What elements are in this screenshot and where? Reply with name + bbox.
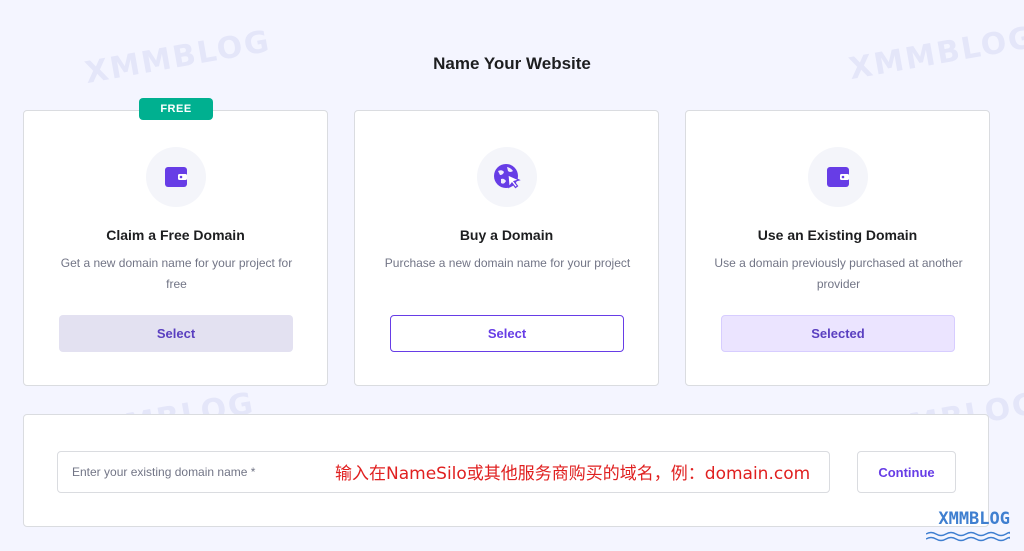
card-use-existing-domain: Use an Existing Domain Use a domain prev… bbox=[685, 110, 990, 386]
card-description: Use a domain previously purchased at ano… bbox=[714, 256, 963, 291]
card-title: Claim a Free Domain bbox=[106, 227, 245, 243]
logo-waves bbox=[926, 531, 1010, 542]
card-description: Purchase a new domain name for your proj… bbox=[384, 256, 631, 270]
card-title: Buy a Domain bbox=[459, 227, 554, 243]
wallet-icon bbox=[808, 147, 868, 207]
select-free-domain-button[interactable]: Select bbox=[59, 315, 293, 352]
card-claim-free-domain: FREE Claim a Free Domain Get a new domai… bbox=[23, 98, 328, 386]
xmmblog-logo: XMMBLOG bbox=[938, 509, 1010, 529]
page-title: Name Your Website bbox=[433, 54, 591, 73]
selected-existing-domain-button[interactable]: Selected bbox=[721, 315, 955, 352]
wallet-icon bbox=[146, 147, 206, 207]
select-buy-domain-button[interactable]: Select bbox=[390, 315, 624, 352]
card-description: Get a new domain name for your project f… bbox=[60, 256, 293, 291]
continue-button[interactable]: Continue bbox=[857, 451, 956, 493]
card-buy-domain: Buy a Domain Purchase a new domain name … bbox=[354, 110, 659, 386]
annotation-text: 输入在NameSilo或其他服务商购买的域名，例：domain.com bbox=[335, 464, 811, 484]
domain-form: Enter your existing domain name * 输入在Nam… bbox=[23, 414, 989, 527]
free-badge: FREE bbox=[139, 98, 213, 120]
globe-cursor-icon bbox=[477, 147, 537, 207]
card-title: Use an Existing Domain bbox=[757, 227, 918, 243]
